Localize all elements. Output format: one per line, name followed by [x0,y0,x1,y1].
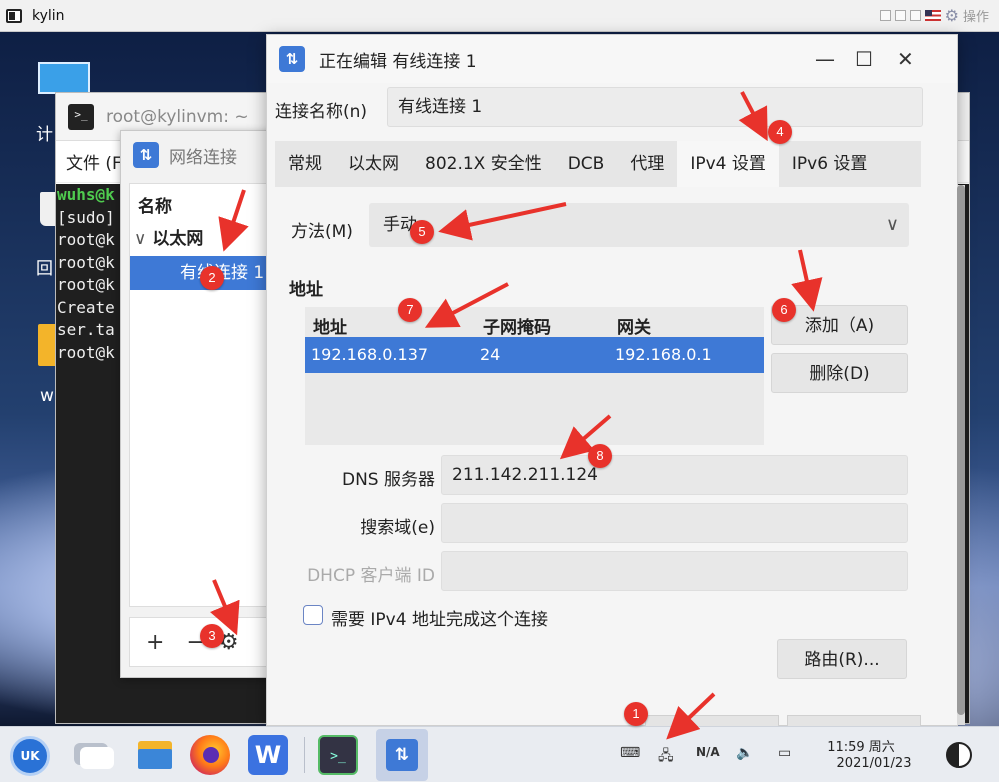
connection-list[interactable]: 名称 ∨ 以太网 有线连接 1 [129,183,281,607]
column-header-netmask: 子网掩码 [483,318,551,338]
chevron-down-icon[interactable]: ∨ [886,203,899,247]
vm-title: kylin [32,7,65,24]
table-row[interactable]: 192.168.0.137 24 192.168.0.1 [305,337,764,373]
volume-icon[interactable]: 🔈 [736,745,753,761]
search-domains-field[interactable] [441,503,908,543]
chevron-down-icon[interactable]: ∨ [134,229,146,249]
cell-netmask[interactable]: 24 [480,345,500,364]
flag-icon[interactable] [924,10,941,21]
cell-gateway[interactable]: 192.168.0.1 [615,345,712,364]
tab-8021x-security[interactable]: 802.1X 安全性 [412,141,555,187]
annotation-badge-6: 6 [772,298,796,322]
netwin-titlebar[interactable]: ⇅ 网络连接 [121,131,279,179]
column-header-address: 地址 [313,318,347,338]
network-connections-window[interactable]: ⇅ 网络连接 名称 ∨ 以太网 有线连接 1 + − ⚙ [120,130,281,678]
delete-button[interactable]: 删除(D) [771,353,908,393]
connection-name-field[interactable]: 有线连接 1 [387,87,923,127]
annotation-badge-8: 8 [588,444,612,468]
dialog-title: 正在编辑 有线连接 1 [319,51,477,72]
vm-restore-icon[interactable] [879,10,891,21]
vm-titlebar: kylin ⚙ 操作 [0,0,999,32]
vm-window-icon-2[interactable] [894,10,906,21]
firefox-icon[interactable] [190,735,230,775]
addresses-heading: 地址 [289,280,323,300]
search-domains-label: 搜索域(e) [360,518,435,538]
tab-ipv6-settings[interactable]: IPv6 设置 [779,141,881,187]
close-icon[interactable]: ✕ [897,47,914,71]
tab-general[interactable]: 常规 [275,141,335,187]
cell-address[interactable]: 192.168.0.137 [311,345,428,364]
annotation-badge-4: 4 [768,120,792,144]
menu-file[interactable]: 文件 (F [66,149,122,174]
tab-bar: 常规 以太网 802.1X 安全性 DCB 代理 IPv4 设置 IPv6 设置 [275,141,921,187]
edit-connection-dialog[interactable]: ⇅ 正在编辑 有线连接 1 — ☐ ✕ 连接名称(n) 有线连接 1 常规 以太… [266,34,965,729]
minimize-icon[interactable]: — [815,47,835,71]
network-icon: ⇅ [279,46,305,72]
start-menu-icon[interactable]: UK [10,736,50,776]
network-status-icon[interactable]: 🖧 [658,745,674,769]
terminal-taskbar-icon[interactable]: >_ [318,735,358,775]
connection-name-label: 连接名称(n) [275,102,368,122]
terminal-icon: >_ [68,103,94,130]
column-header-name[interactable]: 名称 [130,184,280,222]
tab-dcb[interactable]: DCB [555,141,618,187]
add-icon[interactable]: + [146,630,164,655]
group-ethernet[interactable]: ∨ 以太网 [130,222,280,256]
desktop-label-trash: 回 [36,259,53,279]
dialog-titlebar[interactable]: ⇅ 正在编辑 有线连接 1 — ☐ ✕ [267,35,957,83]
gear-icon[interactable]: ⚙ [945,6,959,25]
annotation-badge-7: 7 [398,298,422,322]
annotation-badge-1: 1 [624,702,648,726]
scrollbar[interactable] [957,185,965,725]
maximize-icon[interactable]: ☐ [855,47,873,71]
network-editor-taskbar-icon[interactable]: ⇅ [376,729,428,781]
vm-window-icon-3[interactable] [909,10,921,21]
netwin-title: 网络连接 [169,147,237,168]
vm-window-icon [6,8,22,23]
keyboard-icon[interactable]: ⌨ [620,745,640,761]
routes-button[interactable]: 路由(R)... [777,639,907,679]
multitask-view-icon[interactable] [78,735,118,775]
dns-servers-field[interactable]: 211.142.211.124 [441,455,908,495]
annotation-badge-3: 3 [200,624,224,648]
taskbar: UK W >_ ⇅ ⌨ 🖧 N/A 🔈 ▭ 11:59 周六 2021/01/2… [0,726,999,782]
tab-ethernet[interactable]: 以太网 [335,141,412,187]
vm-toolbar: ⚙ 操作 [879,6,989,25]
annotation-badge-5: 5 [410,220,434,244]
require-ipv4-label[interactable]: 需要 IPv4 地址完成这个连接 [331,605,548,630]
tab-proxy[interactable]: 代理 [617,141,677,187]
dhcp-client-id-field[interactable] [441,551,908,591]
address-table[interactable]: 地址 子网掩码 网关 192.168.0.137 24 192.168.0.1 [305,307,764,445]
file-manager-icon[interactable] [134,735,174,775]
dhcp-client-id-label: DHCP 客户端 ID [307,566,435,586]
annotation-badge-2: 2 [200,266,224,290]
taskbar-separator [304,737,305,773]
require-ipv4-checkbox[interactable] [303,605,323,625]
vm-action-menu[interactable]: 操作 [963,6,989,25]
computer-icon[interactable] [38,62,90,94]
network-icon: ⇅ [133,142,159,168]
column-header-gateway: 网关 [617,318,651,338]
tab-ipv4-settings[interactable]: IPv4 设置 [677,141,779,187]
desktop-label-computer: 计 [36,125,53,145]
dns-servers-label: DNS 服务器 [341,470,435,490]
desktop-label-folder: w [40,386,54,406]
group-ethernet-label: 以太网 [152,229,204,249]
wps-icon[interactable]: W [248,735,288,775]
clock-time[interactable]: 11:59 周六 [826,736,896,755]
tray-na[interactable]: N/A [696,745,720,759]
scrollbar-thumb[interactable] [957,185,965,715]
method-label: 方法(M) [291,222,353,242]
theme-toggle-icon[interactable] [946,742,972,768]
method-select[interactable]: 手动 ∨ [369,203,909,247]
clock-date[interactable]: 2021/01/23 [826,756,922,771]
terminal-title: root@kylinvm: ~ [106,106,249,127]
notification-icon[interactable]: ▭ [778,745,791,761]
